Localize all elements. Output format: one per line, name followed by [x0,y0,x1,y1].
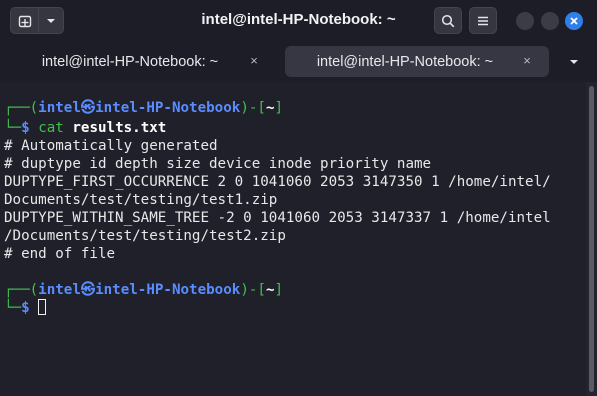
window-title: intel@intel-HP-Notebook: ~ [201,11,396,28]
search-button[interactable] [434,7,462,34]
terminal-window: intel@intel-HP-Notebook: ~ intel@intel-H… [0,0,597,396]
tab-label: intel@intel-HP-Notebook: ~ [316,53,494,70]
output-line: Documents/test/testing/test1.zip [4,192,278,208]
text-cursor [38,299,47,315]
prompt-dollar: $ [21,120,30,136]
tab-1[interactable]: intel@intel-HP-Notebook: ~ × [8,46,276,77]
command-argument: results.txt [72,120,167,136]
output-line: DUPTYPE_FIRST_OCCURRENCE 2 0 1041060 205… [4,174,551,190]
output-line: # end of file [4,246,116,262]
prompt-host: intel-HP-Notebook [95,282,241,298]
close-window-button[interactable] [565,12,583,30]
prompt-dollar: $ [21,300,30,316]
chevron-down-icon [570,60,578,64]
tab-bar: intel@intel-HP-Notebook: ~ × intel@intel… [0,42,597,82]
close-icon [570,17,578,25]
tab-2[interactable]: intel@intel-HP-Notebook: ~ × [285,46,549,77]
prompt-corner: ┌──( [4,282,39,298]
output-line: DUPTYPE_WITHIN_SAME_TREE -2 0 1041060 20… [4,210,551,226]
scrollbar-thumb[interactable] [589,86,594,392]
prompt-user: intel [38,282,81,298]
prompt-line-bottom: └─$ [4,299,47,317]
main-menu-button[interactable] [469,7,497,34]
prompt-separator: )-[ [240,100,266,116]
maximize-button[interactable] [541,12,559,30]
kali-icon: ㉿ [80,282,96,298]
prompt-bracket: ] [274,100,284,116]
tab-close-button[interactable]: × [519,53,535,69]
prompt-host: intel-HP-Notebook [95,100,241,116]
tab-close-button[interactable]: × [246,53,262,69]
prompt-corner: └─ [4,300,22,316]
output-line: /Documents/test/testing/test2.zip [4,228,286,244]
prompt-corner: └─ [4,120,22,136]
prompt-separator: )-[ [240,282,266,298]
prompt-line-bottom: └─$ cat results.txt [4,119,166,137]
hamburger-menu-icon [478,16,488,25]
prompt-line-top: ┌──(intel㉿intel-HP-Notebook)-[~] [4,99,283,117]
tab-label: intel@intel-HP-Notebook: ~ [41,53,219,70]
prompt-corner: ┌──( [4,100,39,116]
scrollbar[interactable] [586,82,597,396]
prompt-bracket: ] [274,282,284,298]
search-icon [441,14,455,27]
tabs-dropdown-button[interactable] [566,54,582,70]
terminal-output[interactable]: ┌──(intel㉿intel-HP-Notebook)-[~] └─$ cat… [0,82,586,396]
command: cat [38,120,64,136]
minimize-button[interactable] [516,12,534,30]
prompt-line-top: ┌──(intel㉿intel-HP-Notebook)-[~] [4,281,283,299]
title-bar: intel@intel-HP-Notebook: ~ [0,0,597,42]
kali-icon: ㉿ [80,100,96,116]
prompt-user: intel [38,100,81,116]
output-line: # Automatically generated [4,138,218,154]
output-line: # duptype id depth size device inode pri… [4,156,432,172]
